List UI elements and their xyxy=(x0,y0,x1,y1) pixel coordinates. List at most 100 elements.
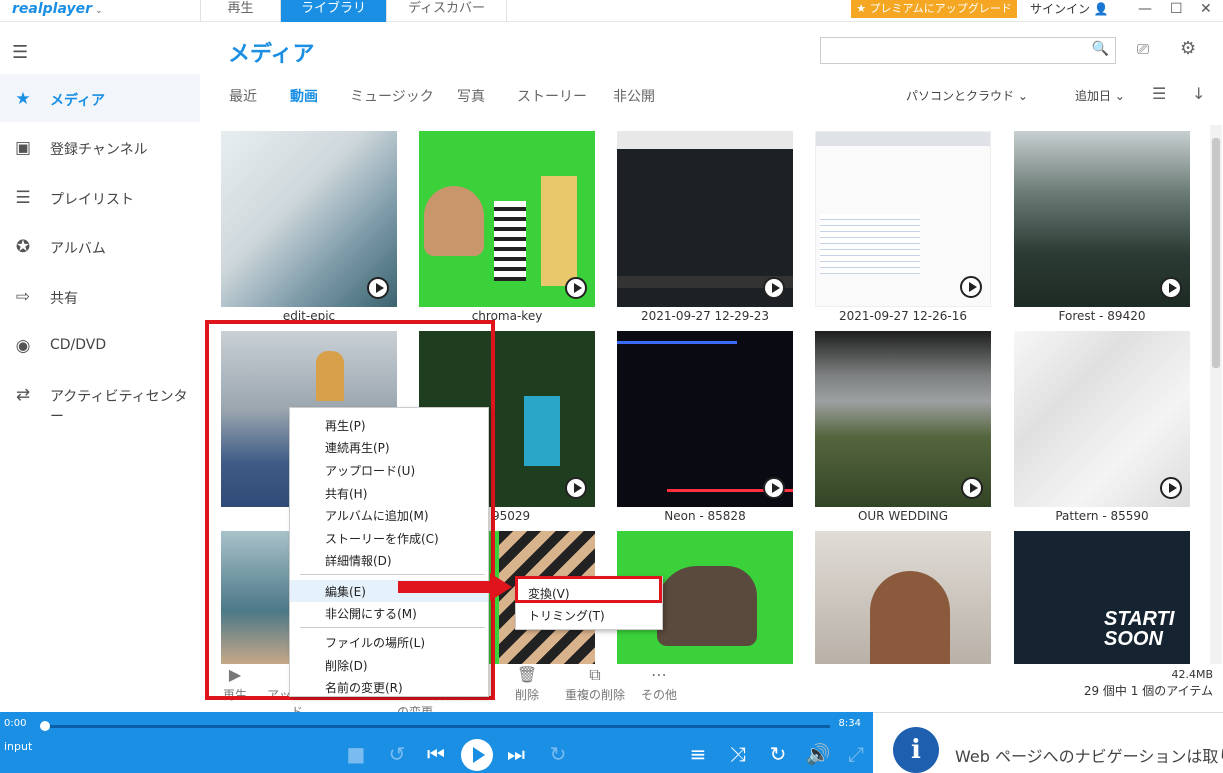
play-icon[interactable] xyxy=(1160,277,1182,299)
source-dropdown[interactable]: パソコンとクラウド ⌄ xyxy=(906,87,1028,104)
search-input[interactable]: 🔍 xyxy=(820,37,1116,64)
video-thumbnail[interactable] xyxy=(221,131,397,307)
sidebar-item-channels[interactable]: ▣ 登録チャンネル xyxy=(0,123,200,171)
play-icon[interactable] xyxy=(961,477,983,499)
video-caption: Pattern - 85590 xyxy=(1055,509,1149,523)
previous-icon[interactable]: ⏮ xyxy=(422,742,450,766)
menu-separator xyxy=(300,574,485,575)
menu-item-file-location[interactable]: ファイルの場所(L) xyxy=(325,634,425,651)
rewind-icon[interactable]: ↺ xyxy=(383,742,411,766)
close-icon[interactable]: ✕ xyxy=(1200,0,1212,18)
menu-item-delete[interactable]: 削除(D) xyxy=(325,657,368,674)
menu-item-edit[interactable]: 編集(E) xyxy=(325,583,366,600)
filter-tab-video[interactable]: 動画 xyxy=(290,86,318,106)
volume-icon[interactable]: 🔊 xyxy=(804,742,832,766)
seek-bar[interactable] xyxy=(44,725,830,728)
sidebar: ☰ ★ メディア ▣ 登録チャンネル ☰ プレイリスト ✪ アルバム ⇨ 共有 … xyxy=(0,22,200,712)
sidebar-item-activity-center[interactable]: ⇄ アクティビティセンター xyxy=(0,370,200,425)
disc-icon: ◉ xyxy=(15,336,31,356)
video-thumbnail[interactable]: STARTI SOON xyxy=(1014,531,1190,664)
video-thumbnail[interactable] xyxy=(1014,131,1190,307)
play-icon[interactable] xyxy=(763,277,785,299)
menu-item-add-to-album[interactable]: アルバムに追加(M) xyxy=(325,507,429,524)
realplayer-logo[interactable]: realplayer ⌄ xyxy=(12,1,103,17)
zebra-figure xyxy=(494,201,526,281)
filter-tab-story[interactable]: ストーリー xyxy=(517,86,587,106)
sidebar-item-media[interactable]: ★ メディア xyxy=(0,74,200,122)
search-icon[interactable]: 🔍 xyxy=(1092,41,1109,57)
filter-tab-music[interactable]: ミュージック xyxy=(350,86,434,106)
upgrade-premium-button[interactable]: ★ プレミアムにアップグレード xyxy=(851,0,1017,18)
scrollbar-thumb[interactable] xyxy=(1212,138,1220,368)
album-icon: ✪ xyxy=(15,237,31,257)
trash-icon: 🗑 xyxy=(516,665,538,684)
video-thumbnail[interactable] xyxy=(419,131,595,307)
menu-item-play[interactable]: 再生(P) xyxy=(325,417,366,434)
seek-knob[interactable] xyxy=(40,721,50,731)
filter-tab-recent[interactable]: 最近 xyxy=(229,86,257,106)
maximize-icon[interactable]: ☐ xyxy=(1170,0,1183,18)
queue-icon[interactable]: ≡ xyxy=(684,742,712,766)
play-icon[interactable] xyxy=(960,276,982,298)
list-view-icon[interactable]: ☰ xyxy=(1152,84,1166,103)
play-icon[interactable] xyxy=(367,277,389,299)
video-thumbnail[interactable] xyxy=(617,331,793,507)
channel-icon: ▣ xyxy=(14,138,32,158)
page-title: メディア xyxy=(228,42,315,67)
sort-dropdown[interactable]: 追加日 ⌄ xyxy=(1075,87,1125,104)
play-icon[interactable] xyxy=(565,477,587,499)
chevron-down-icon: ⌄ xyxy=(95,6,103,16)
menu-item-rename[interactable]: 名前の変更(R) xyxy=(325,679,403,696)
play-button[interactable] xyxy=(461,739,493,771)
video-caption: 2021-09-27 12-26-16 xyxy=(838,309,968,323)
total-time: 8:34 xyxy=(838,718,861,729)
sort-order-icon[interactable]: ↓ xyxy=(1192,84,1205,103)
toolbar-more-button[interactable]: ⋯ その他 xyxy=(624,664,694,703)
shuffle-icon[interactable]: ⤨ xyxy=(724,742,752,766)
next-icon[interactable]: ⏭ xyxy=(502,742,530,766)
sidebar-item-album[interactable]: ✪ アルバム xyxy=(0,222,200,270)
tab-play[interactable]: 再生 xyxy=(200,0,280,22)
menu-item-make-private[interactable]: 非公開にする(M) xyxy=(325,605,417,622)
play-icon[interactable] xyxy=(763,477,785,499)
player-bar: 0:00 8:34 input ■ ↺ ⏮ ⏭ ↻ ≡ ⤨ ↻ 🔊 ⤢ xyxy=(0,712,873,773)
video-thumbnail[interactable] xyxy=(815,531,991,664)
filter-tab-photo[interactable]: 写真 xyxy=(457,86,485,106)
menu-item-create-story[interactable]: ストーリーを作成(C) xyxy=(325,530,439,547)
filter-tab-private[interactable]: 非公開 xyxy=(613,86,655,106)
signin-button[interactable]: サインイン 👤 xyxy=(1030,0,1109,18)
play-icon[interactable] xyxy=(1160,477,1182,499)
menu-item-share[interactable]: 共有(H) xyxy=(325,485,367,502)
cast-icon[interactable]: ⎚ xyxy=(1137,40,1149,58)
activity-icon: ⇄ xyxy=(15,385,31,405)
sidebar-item-cd-dvd[interactable]: ◉ CD/DVD xyxy=(0,321,200,369)
hamburger-menu-icon[interactable]: ☰ xyxy=(12,42,28,63)
video-thumbnail[interactable] xyxy=(1014,331,1190,507)
video-caption: Neon - 85828 xyxy=(664,509,746,523)
share-icon: ⇨ xyxy=(15,287,31,307)
video-thumbnail[interactable] xyxy=(815,331,991,507)
tab-library[interactable]: ライブラリ xyxy=(280,0,386,22)
sidebar-item-playlist[interactable]: ☰ プレイリスト xyxy=(0,173,200,221)
submenu-item-trim[interactable]: トリミング(T) xyxy=(528,607,605,624)
toolbar-remove-duplicates-button[interactable]: ⧉ 重複の削除 xyxy=(555,664,635,703)
menu-item-upload[interactable]: アップロード(U) xyxy=(325,462,415,479)
menu-item-details[interactable]: 詳細情報(D) xyxy=(325,552,392,569)
repeat-icon[interactable]: ↻ xyxy=(764,742,792,766)
current-time: 0:00 xyxy=(4,718,27,729)
item-count: 29 個中 1 個のアイテム xyxy=(1083,684,1213,698)
tab-discover[interactable]: ディスカバー xyxy=(386,0,507,22)
sidebar-item-share[interactable]: ⇨ 共有 xyxy=(0,272,200,320)
forward-icon[interactable]: ↻ xyxy=(544,742,572,766)
play-icon[interactable] xyxy=(565,277,587,299)
stop-icon[interactable]: ■ xyxy=(342,742,370,766)
menu-item-continuous-play[interactable]: 連続再生(P) xyxy=(325,439,390,456)
expand-icon[interactable]: ⤢ xyxy=(842,742,870,766)
minimize-icon[interactable]: — xyxy=(1138,0,1152,18)
title-bar: realplayer ⌄ 再生 ライブラリ ディスカバー ★ プレミアムにアップグ… xyxy=(0,0,1223,22)
video-thumbnail[interactable] xyxy=(815,131,991,307)
toolbar-delete-button[interactable]: 🗑 削除 xyxy=(492,664,562,703)
playlist-icon: ☰ xyxy=(15,188,31,208)
gear-icon[interactable]: ⚙ xyxy=(1180,38,1196,59)
video-thumbnail[interactable] xyxy=(617,131,793,307)
